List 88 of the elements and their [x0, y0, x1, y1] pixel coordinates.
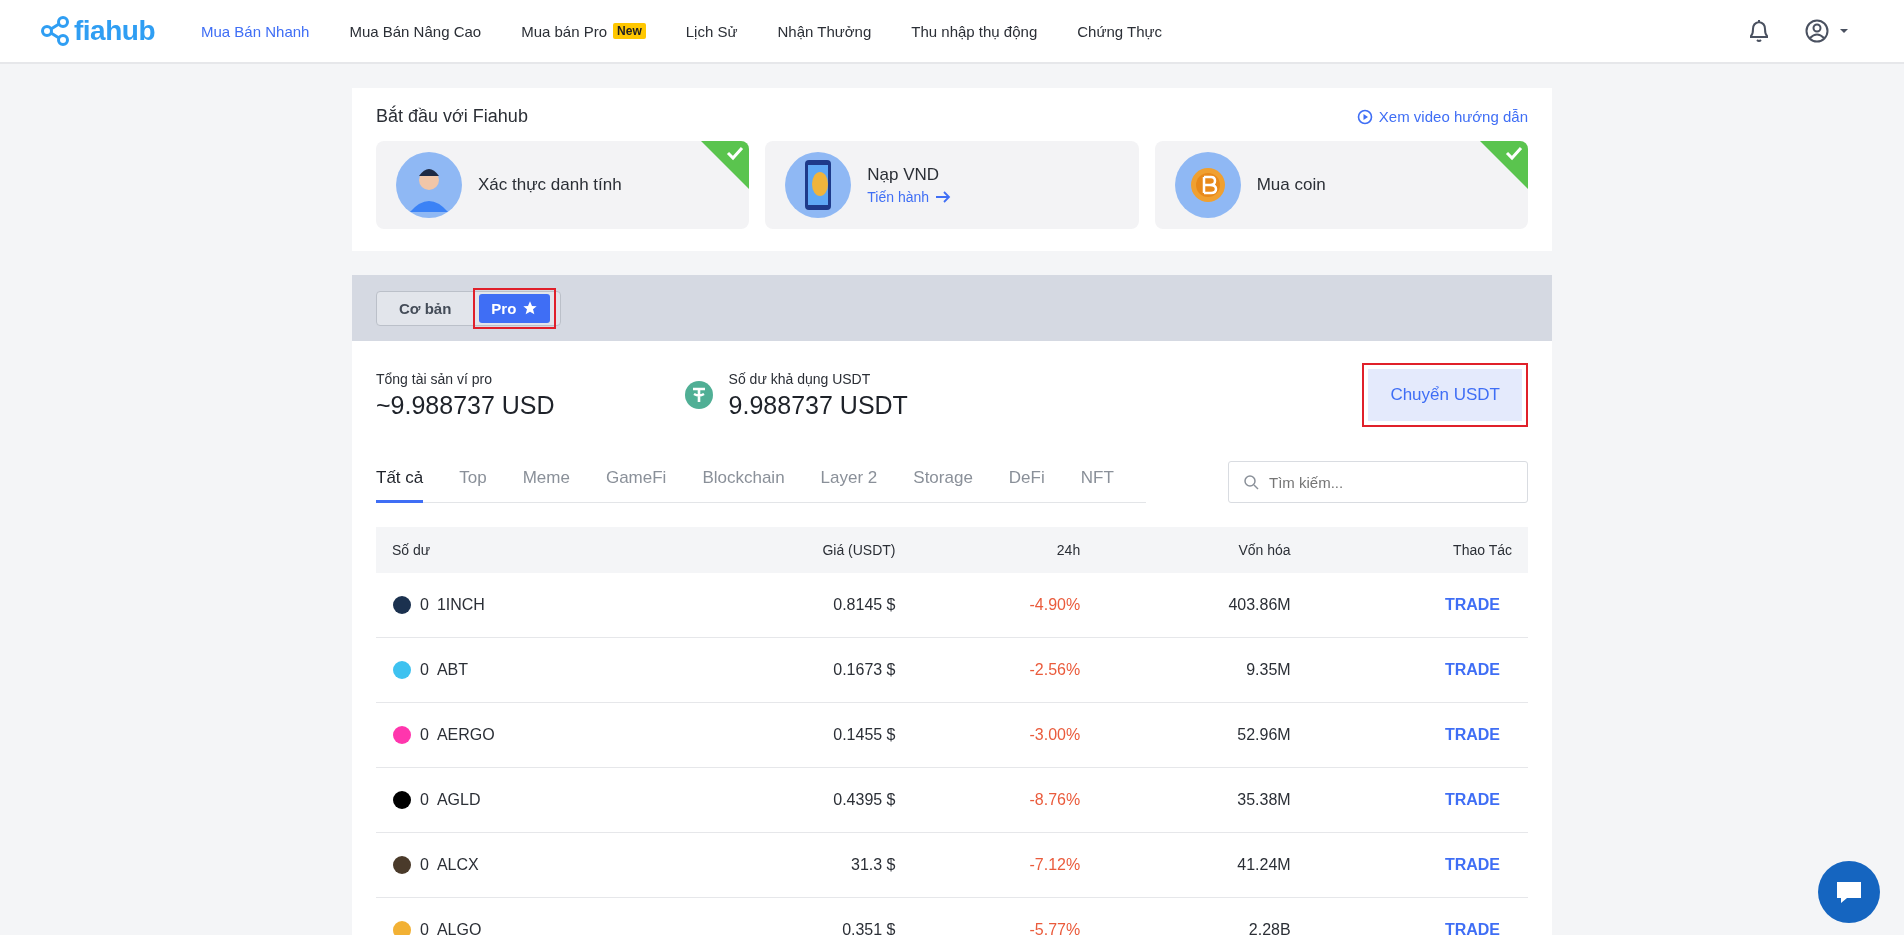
- price-cell: 31.3 $: [676, 832, 912, 898]
- category-tab[interactable]: Storage: [913, 461, 973, 503]
- section-title: Bắt đầu với Fiahub: [376, 106, 528, 127]
- step-card[interactable]: Xác thực danh tính: [376, 141, 750, 229]
- star-icon: [522, 300, 539, 316]
- change-cell: -8.76%: [911, 767, 1097, 833]
- step-label: Xác thực danh tính: [478, 175, 622, 195]
- balance-cell: 0: [420, 726, 429, 744]
- price-cell: 0.8145 $: [676, 573, 912, 638]
- search-icon: [1243, 474, 1259, 490]
- user-menu-icon[interactable]: [1804, 18, 1848, 44]
- change-cell: -5.77%: [911, 897, 1097, 935]
- total-assets-label: Tổng tài sản ví pro: [376, 370, 493, 387]
- step-label: Mua coin: [1256, 175, 1326, 195]
- trade-link[interactable]: TRADE: [1444, 856, 1512, 873]
- total-assets-value: ~9.988737 USD: [376, 390, 555, 420]
- market-cap-cell: 35.38M: [1096, 767, 1307, 833]
- nav-link[interactable]: Chứng Thực: [1057, 22, 1183, 40]
- category-tab[interactable]: GameFi: [605, 461, 667, 503]
- category-tab[interactable]: Tất cả: [376, 461, 424, 503]
- coin-symbol: ALCX: [436, 856, 479, 874]
- column-header: Giá (USDT): [676, 527, 912, 573]
- proceed-link[interactable]: Tiến hành: [867, 189, 952, 205]
- column-header: 24h: [911, 527, 1097, 573]
- arrow-right-icon: [935, 191, 952, 203]
- tether-icon: [684, 381, 713, 409]
- market-cap-cell: 52.96M: [1096, 702, 1307, 768]
- change-cell: -4.90%: [911, 573, 1097, 638]
- play-icon: [1356, 108, 1373, 125]
- nav-link[interactable]: Thu nhập thụ động: [891, 22, 1058, 40]
- video-link[interactable]: Xem video hướng dẫn: [1356, 108, 1528, 125]
- category-tab[interactable]: Layer 2: [820, 461, 878, 503]
- coin-symbol: AGLD: [436, 791, 481, 809]
- category-tab[interactable]: Meme: [522, 461, 570, 503]
- nav-link[interactable]: Mua Bán Nhanh: [181, 22, 330, 40]
- bell-icon[interactable]: [1748, 18, 1770, 44]
- price-cell: 0.4395 $: [676, 767, 912, 833]
- new-badge: New: [613, 23, 646, 39]
- available-balance-label: Số dư khả dụng USDT: [728, 370, 872, 387]
- step-card[interactable]: Mua coin: [1154, 141, 1528, 229]
- change-cell: -2.56%: [911, 637, 1097, 703]
- balance-cell: 0: [420, 661, 429, 679]
- balance-cell: 0: [420, 791, 429, 809]
- person-icon: [396, 152, 462, 218]
- mode-tab[interactable]: Cơ bản: [387, 293, 464, 323]
- category-tab[interactable]: Top: [459, 461, 487, 503]
- search-input[interactable]: Tìm kiếm...: [1267, 472, 1513, 492]
- market-cap-cell: 403.86M: [1096, 573, 1307, 638]
- price-cell: 0.1673 $: [676, 637, 912, 703]
- nav-link[interactable]: Mua Bán Nâng Cao: [329, 22, 502, 40]
- balance-cell: 0: [420, 596, 429, 614]
- trade-link[interactable]: TRADE: [1444, 596, 1512, 613]
- price-cell: 0.1455 $: [676, 702, 912, 768]
- nav-link[interactable]: Nhận Thưởng: [757, 22, 892, 40]
- phone-coin-icon: [785, 152, 852, 218]
- step-card[interactable]: Nạp VND Tiến hành: [765, 141, 1139, 229]
- trade-link[interactable]: TRADE: [1444, 726, 1512, 743]
- column-header: Thao Tác: [1306, 527, 1528, 573]
- market-cap-cell: 9.35M: [1096, 637, 1307, 703]
- category-tab[interactable]: Blockchain: [702, 461, 785, 503]
- mode-tab[interactable]: Pro: [479, 293, 551, 323]
- step-label: Nạp VND: [867, 165, 941, 185]
- balance-cell: 0: [420, 921, 429, 935]
- market-cap-cell: 2.28B: [1096, 897, 1307, 935]
- change-cell: -7.12%: [911, 832, 1097, 898]
- balance-cell: 0: [420, 856, 429, 874]
- change-cell: -3.00%: [911, 702, 1097, 768]
- logo-icon: [40, 16, 70, 46]
- coin-symbol: ABT: [436, 661, 469, 679]
- search-field[interactable]: Tìm kiếm...: [1228, 461, 1528, 503]
- trade-link[interactable]: TRADE: [1444, 791, 1512, 808]
- bitcoin-icon: [1174, 152, 1241, 218]
- logo-text[interactable]: fiahub: [74, 15, 155, 47]
- coin-symbol: AERGO: [436, 726, 495, 744]
- category-tab[interactable]: DeFi: [1008, 461, 1045, 503]
- column-header: Vốn hóa: [1096, 527, 1307, 573]
- nav-link[interactable]: Lịch Sử: [665, 22, 758, 40]
- market-cap-cell: 41.24M: [1096, 832, 1307, 898]
- transfer-button[interactable]: Chuyển USDT: [1368, 369, 1522, 421]
- column-header: Số dư: [376, 527, 677, 573]
- category-tab[interactable]: NFT: [1080, 461, 1114, 503]
- trade-link[interactable]: TRADE: [1444, 661, 1512, 678]
- nav-link[interactable]: Mua bán Pro New: [501, 22, 666, 40]
- trade-link[interactable]: TRADE: [1444, 921, 1512, 935]
- coin-symbol: ALGO: [436, 921, 482, 935]
- coin-symbol: 1INCH: [436, 596, 485, 614]
- available-balance-value: 9.988737 USDT: [728, 390, 908, 420]
- chat-bubble-icon: [1835, 879, 1863, 905]
